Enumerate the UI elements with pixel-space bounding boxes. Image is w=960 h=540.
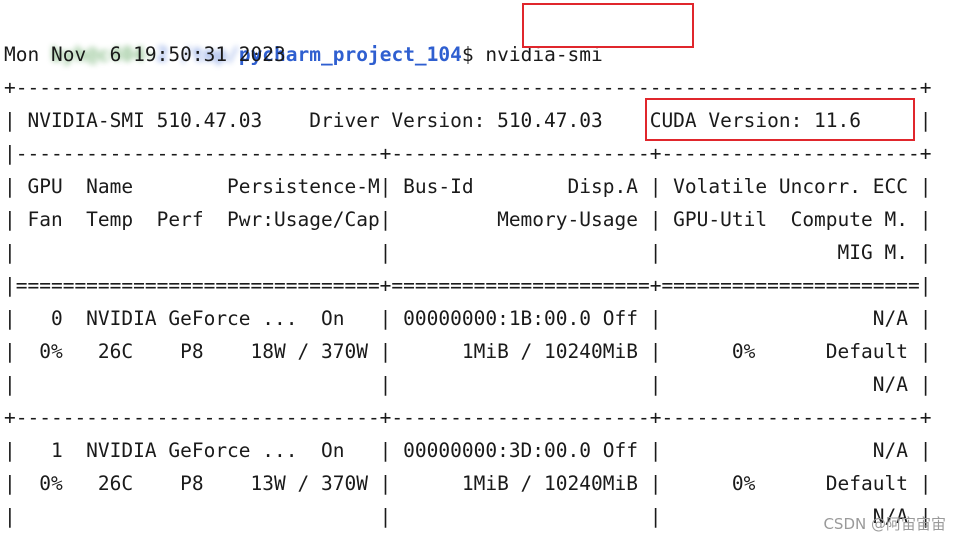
gpu-0-row-2: | 0% 26C P8 18W / 370W | 1MiB / 10240MiB… — [4, 340, 932, 363]
table-separator-gpu: +-------------------------------+-------… — [4, 406, 932, 429]
gpu-0-row-3: | | | N/A | — [4, 373, 932, 396]
watermark: CSDN @阿宙宙宙 — [823, 515, 946, 533]
terminal-window[interactable]: byh@c404-2 /tmp/pycharm_project_104$ nvi… — [0, 0, 960, 540]
gpu-1-row-3: | | | N/A | — [4, 505, 932, 528]
gpu-1-row-2: | 0% 26C P8 13W / 370W | 1MiB / 10240MiB… — [4, 472, 932, 495]
table-header-line: | NVIDIA-SMI 510.47.03 Driver Version: 5… — [4, 109, 932, 132]
table-separator: |-------------------------------+-------… — [4, 142, 932, 165]
prompt-line: byh@c404-2 /tmp/pycharm_project_104$ nvi… — [4, 5, 603, 66]
timestamp: Mon Nov 6 19:50:31 2023 — [4, 43, 286, 66]
command-text: nvidia-smi — [485, 43, 603, 66]
column-header-row-2: | Fan Temp Perf Pwr:Usage/Cap| Memory-Us… — [4, 208, 932, 231]
column-header-row-3: | | | MIG M. | — [4, 241, 932, 264]
table-border-top: +---------------------------------------… — [4, 76, 932, 99]
column-header-row-1: | GPU Name Persistence-M| Bus-Id Disp.A … — [4, 175, 932, 198]
gpu-0-row-1: | 0 NVIDIA GeForce ... On | 00000000:1B:… — [4, 307, 932, 330]
prompt-sigil: $ — [461, 43, 486, 66]
gpu-1-row-1: | 1 NVIDIA GeForce ... On | 00000000:3D:… — [4, 439, 932, 462]
table-separator-double: |===============================+=======… — [4, 274, 932, 297]
